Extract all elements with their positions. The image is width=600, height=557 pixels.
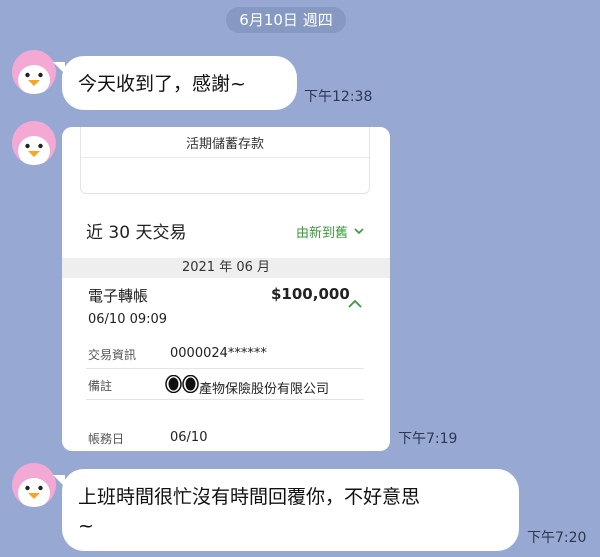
message-bubble[interactable]: 上班時間很忙沒有時間回覆你，不好意思 ~	[53, 469, 519, 551]
detail-label: 備註	[88, 379, 113, 393]
divider	[86, 399, 364, 400]
transaction-name: 電子轉帳	[88, 287, 149, 305]
message-time: 下午12:38	[304, 89, 373, 105]
account-box: 活期儲蓄存款	[80, 127, 370, 194]
transaction-amount: $100,000	[271, 285, 350, 303]
detail-label: 交易資訊	[88, 348, 137, 362]
penguin-avatar-icon	[18, 65, 50, 94]
penguin-avatar-icon	[18, 478, 50, 507]
message-bubble[interactable]: 今天收到了，感謝~	[53, 56, 297, 110]
detail-label: 帳務日	[88, 432, 125, 446]
sort-label: 由新到舊	[295, 226, 348, 241]
penguin-avatar-icon	[18, 136, 50, 165]
message-text-line: 上班時間很忙沒有時間回覆你，不好意思	[78, 486, 421, 508]
sender-avatar[interactable]	[12, 463, 56, 507]
detail-value: 產物保險股份有限公司	[199, 382, 330, 397]
bank-screenshot-image[interactable]: 活期儲蓄存款 近 30 天交易 由新到舊 2021 年 06 月 電子轉帳 $1…	[62, 127, 390, 451]
chevron-up-icon[interactable]	[348, 299, 362, 308]
sender-avatar[interactable]	[12, 50, 56, 94]
date-separator: 6月10日 週四	[226, 7, 346, 33]
section-title: 近 30 天交易	[86, 223, 187, 243]
message-text: 今天收到了，感謝~	[78, 73, 246, 95]
month-header: 2021 年 06 月	[62, 258, 390, 278]
sender-avatar[interactable]	[12, 121, 56, 165]
message-time: 下午7:19	[398, 431, 458, 447]
sort-button[interactable]: 由新到舊	[296, 222, 364, 241]
chevron-down-icon	[354, 228, 364, 235]
message-time: 下午7:20	[527, 530, 587, 546]
detail-value: 06/10	[170, 430, 208, 445]
divider	[86, 368, 364, 369]
redaction-dots-icon	[165, 375, 199, 393]
transaction-datetime: 06/10 09:09	[88, 312, 168, 327]
account-name: 活期儲蓄存款	[185, 137, 264, 152]
divider	[81, 157, 369, 158]
detail-value: 0000024******	[170, 346, 267, 361]
message-text-line: ~	[78, 515, 94, 537]
